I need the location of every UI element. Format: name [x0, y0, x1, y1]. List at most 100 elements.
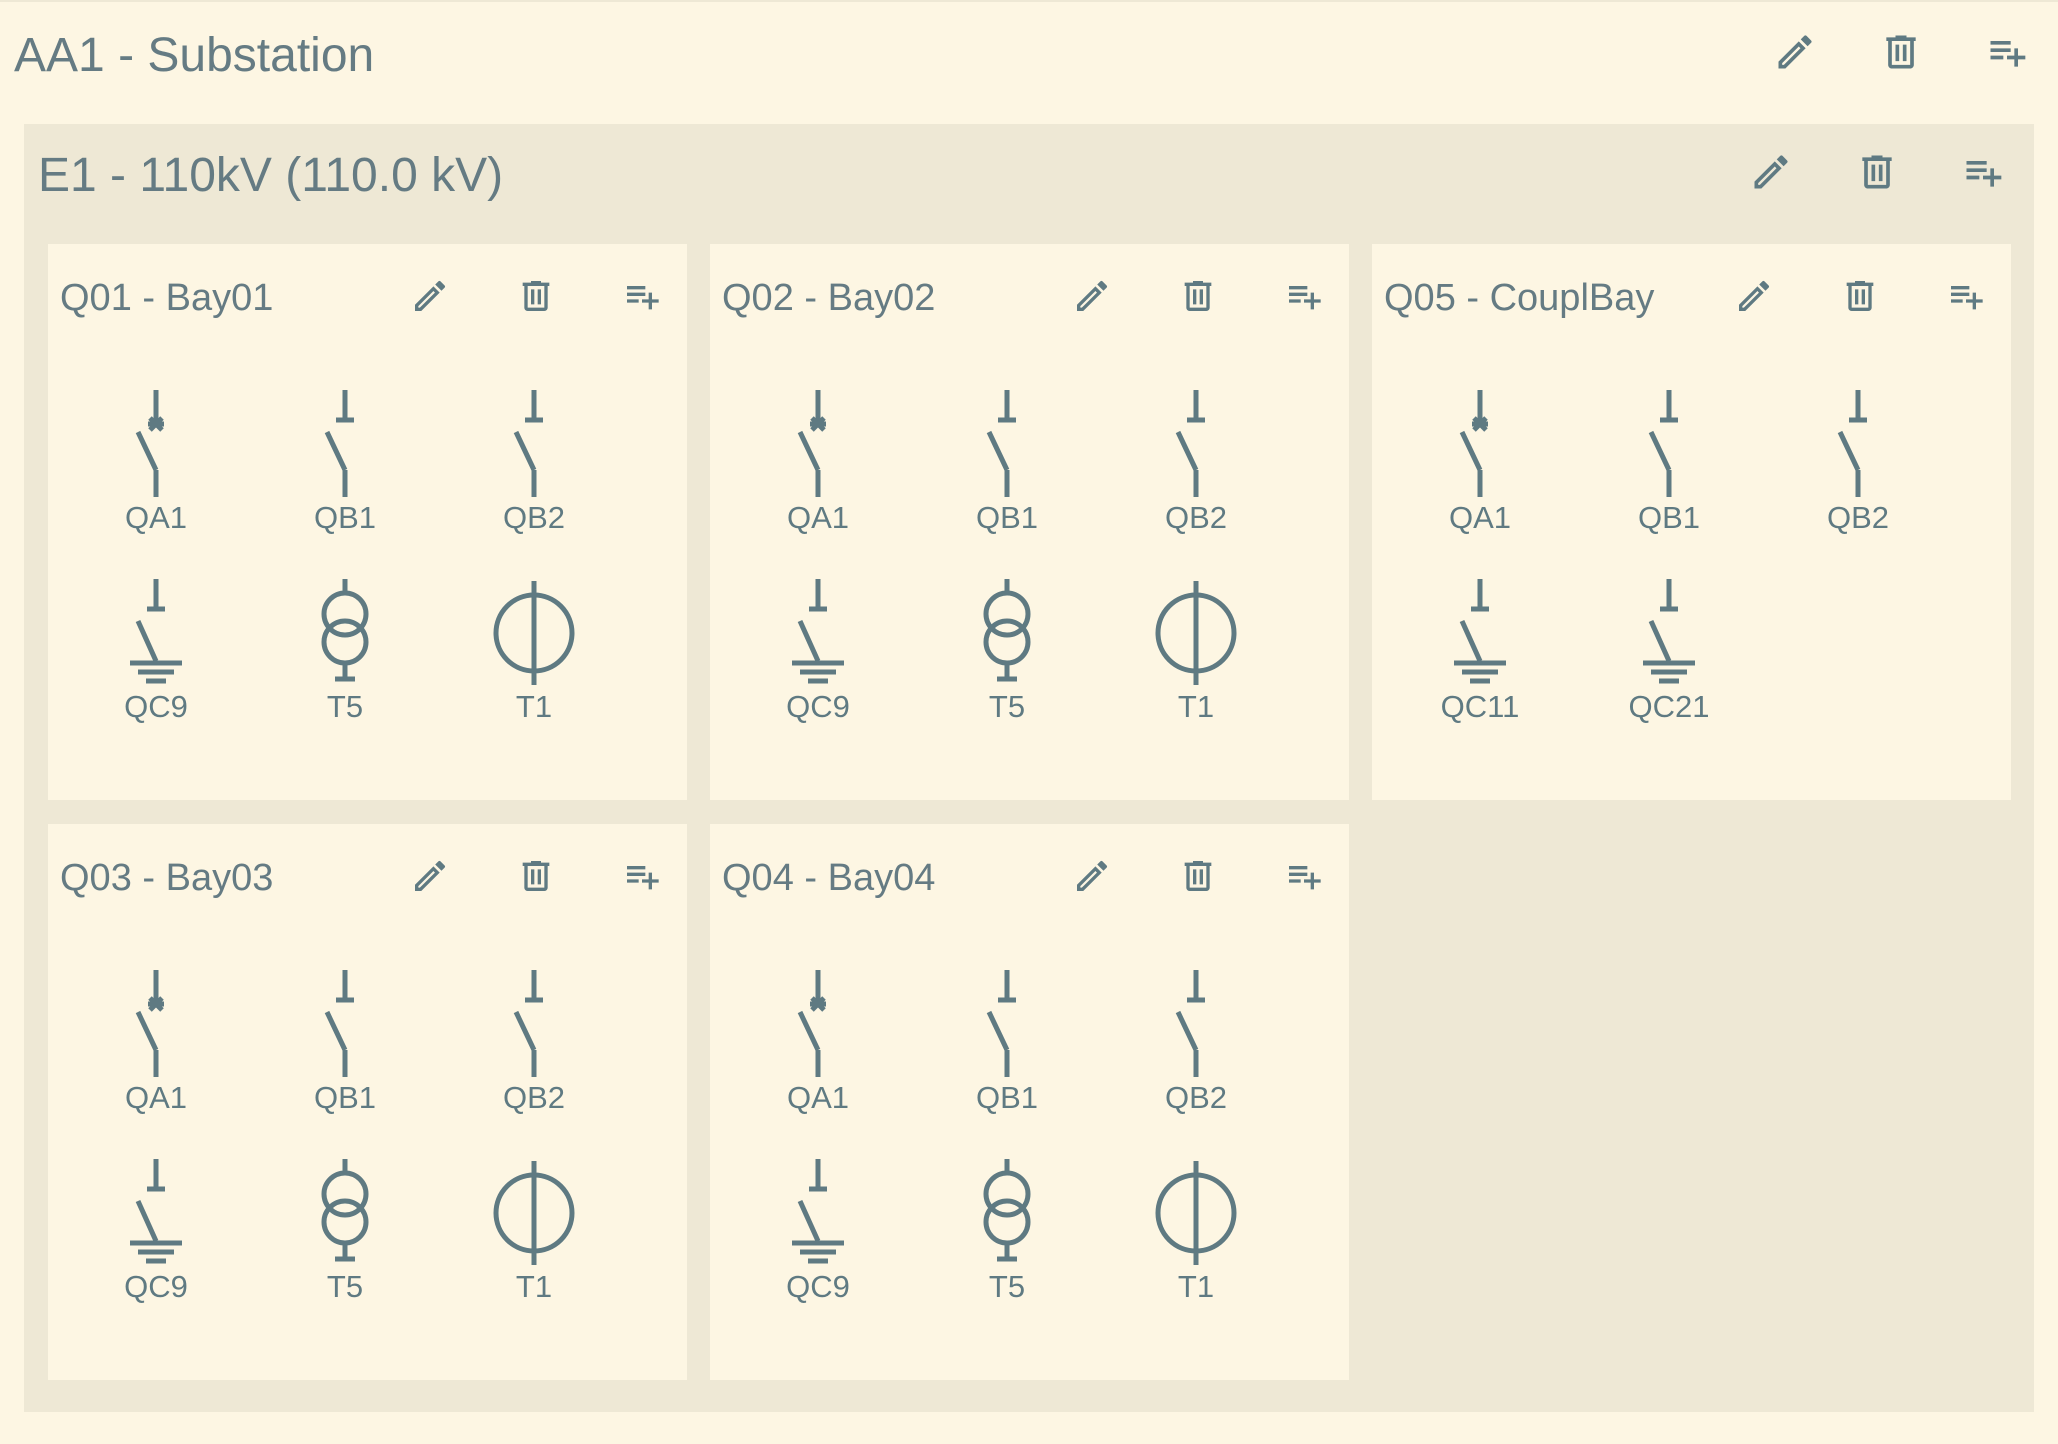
- substation-container: AA1 - Substation E1 - 110kV (110.0 kV) Q…: [0, 0, 2058, 1444]
- edit-substation-button[interactable]: [1767, 24, 1823, 80]
- playlist-add-icon: [622, 856, 662, 896]
- earth-switch-icon: [130, 579, 182, 684]
- add-equipment-button[interactable]: [614, 848, 670, 904]
- bay-actions: [1064, 848, 1332, 904]
- equipment-ctr[interactable]: T1: [464, 571, 604, 751]
- delete-bay-button[interactable]: [1832, 268, 1888, 324]
- equipment-dis[interactable]: QB2: [1126, 962, 1266, 1142]
- pencil-icon: [1072, 276, 1112, 316]
- equipment-ctr[interactable]: T1: [1126, 1151, 1266, 1331]
- add-voltage-level-button[interactable]: [1979, 24, 2035, 80]
- bay-card: Q01 - Bay01 QA1 QB1 QB2 QC9 T5 T1: [48, 244, 687, 800]
- earth-switch-icon: [130, 1159, 182, 1264]
- add-equipment-button[interactable]: [1276, 848, 1332, 904]
- delete-bay-button[interactable]: [508, 268, 564, 324]
- equipment-cbr[interactable]: QA1: [86, 962, 226, 1142]
- equipment-cbr[interactable]: QA1: [748, 382, 888, 562]
- trash-icon: [1840, 276, 1880, 316]
- edit-bay-button[interactable]: [1726, 268, 1782, 324]
- disconnector-icon: [986, 390, 1016, 497]
- equipment-ers[interactable]: QC11: [1410, 571, 1550, 751]
- earth-switch-icon: [1643, 579, 1695, 684]
- edit-bay-button[interactable]: [402, 848, 458, 904]
- add-equipment-button[interactable]: [614, 268, 670, 324]
- disconnector-icon: [1837, 390, 1867, 497]
- delete-bay-button[interactable]: [1170, 268, 1226, 324]
- equipment-ers[interactable]: QC9: [86, 1151, 226, 1331]
- equipment-ctr[interactable]: T1: [1126, 571, 1266, 751]
- voltage-level-actions: [1743, 144, 2011, 200]
- add-equipment-button[interactable]: [1938, 268, 1994, 324]
- pencil-icon: [1773, 30, 1817, 74]
- equipment-vtr[interactable]: T5: [275, 571, 415, 751]
- current-transformer-icon: [493, 1161, 575, 1265]
- equipment-dis[interactable]: QB1: [1599, 382, 1739, 562]
- equipment-label: QB2: [1164, 500, 1228, 535]
- equipment-ers[interactable]: QC21: [1599, 571, 1739, 751]
- edit-voltage-level-button[interactable]: [1743, 144, 1799, 200]
- equipment-label: T5: [988, 1269, 1026, 1304]
- equipment-label: T1: [1177, 1269, 1215, 1304]
- bay-actions: [1064, 268, 1332, 324]
- playlist-add-icon: [1985, 30, 2029, 74]
- trash-icon: [1178, 856, 1218, 896]
- equipment-dis[interactable]: QB1: [937, 382, 1077, 562]
- equipment-label: T1: [515, 1269, 553, 1304]
- equipment-label: QB1: [313, 1080, 377, 1115]
- equipment-dis[interactable]: QB1: [275, 962, 415, 1142]
- equipment-dis[interactable]: QB2: [1126, 382, 1266, 562]
- add-bay-button[interactable]: [1955, 144, 2011, 200]
- trash-icon: [516, 856, 556, 896]
- equipment-label: T5: [326, 1269, 364, 1304]
- equipment-vtr[interactable]: T5: [937, 571, 1077, 751]
- disconnector-icon: [324, 390, 354, 497]
- delete-voltage-level-button[interactable]: [1849, 144, 1905, 200]
- delete-bay-button[interactable]: [508, 848, 564, 904]
- earth-switch-icon: [792, 579, 844, 684]
- equipment-ers[interactable]: QC9: [748, 1151, 888, 1331]
- edit-bay-button[interactable]: [402, 268, 458, 324]
- equipment-label: QB1: [975, 1080, 1039, 1115]
- equipment-cbr[interactable]: QA1: [86, 382, 226, 562]
- playlist-add-icon: [622, 276, 662, 316]
- delete-bay-button[interactable]: [1170, 848, 1226, 904]
- equipment-ers[interactable]: QC9: [748, 571, 888, 751]
- equipment-vtr[interactable]: T5: [937, 1151, 1077, 1331]
- equipment-label: QB2: [1164, 1080, 1228, 1115]
- playlist-add-icon: [1284, 276, 1324, 316]
- equipment-dis[interactable]: QB1: [937, 962, 1077, 1142]
- equipment-dis[interactable]: QB2: [1788, 382, 1928, 562]
- trash-icon: [1855, 150, 1899, 194]
- equipment-label: T1: [515, 689, 553, 724]
- equipment-ers[interactable]: QC9: [86, 571, 226, 751]
- circuit-breaker-icon: [135, 970, 164, 1077]
- equipment-cbr[interactable]: QA1: [748, 962, 888, 1142]
- equipment-dis[interactable]: QB2: [464, 962, 604, 1142]
- equipment-label: QA1: [124, 500, 188, 535]
- equipment-label: T5: [326, 689, 364, 724]
- pencil-icon: [410, 856, 450, 896]
- equipment-cbr[interactable]: QA1: [1410, 382, 1550, 562]
- bay-title: Q04 - Bay04: [722, 856, 936, 899]
- delete-substation-button[interactable]: [1873, 24, 1929, 80]
- pencil-icon: [1734, 276, 1774, 316]
- substation-title: AA1 - Substation: [14, 28, 375, 82]
- equipment-vtr[interactable]: T5: [275, 1151, 415, 1331]
- bay-actions: [402, 268, 670, 324]
- equipment-label: QC9: [124, 1269, 188, 1304]
- edit-bay-button[interactable]: [1064, 268, 1120, 324]
- equipment-dis[interactable]: QB2: [464, 382, 604, 562]
- bay-actions: [402, 848, 670, 904]
- add-equipment-button[interactable]: [1276, 268, 1332, 324]
- earth-switch-icon: [1454, 579, 1506, 684]
- disconnector-icon: [324, 970, 354, 1077]
- edit-bay-button[interactable]: [1064, 848, 1120, 904]
- pencil-icon: [1749, 150, 1793, 194]
- equipment-ctr[interactable]: T1: [464, 1151, 604, 1331]
- pencil-icon: [1072, 856, 1112, 896]
- current-transformer-icon: [493, 581, 575, 685]
- voltage-transformer-icon: [983, 1159, 1031, 1262]
- equipment-label: QB1: [1637, 500, 1701, 535]
- equipment-dis[interactable]: QB1: [275, 382, 415, 562]
- equipment-label: QB2: [502, 500, 566, 535]
